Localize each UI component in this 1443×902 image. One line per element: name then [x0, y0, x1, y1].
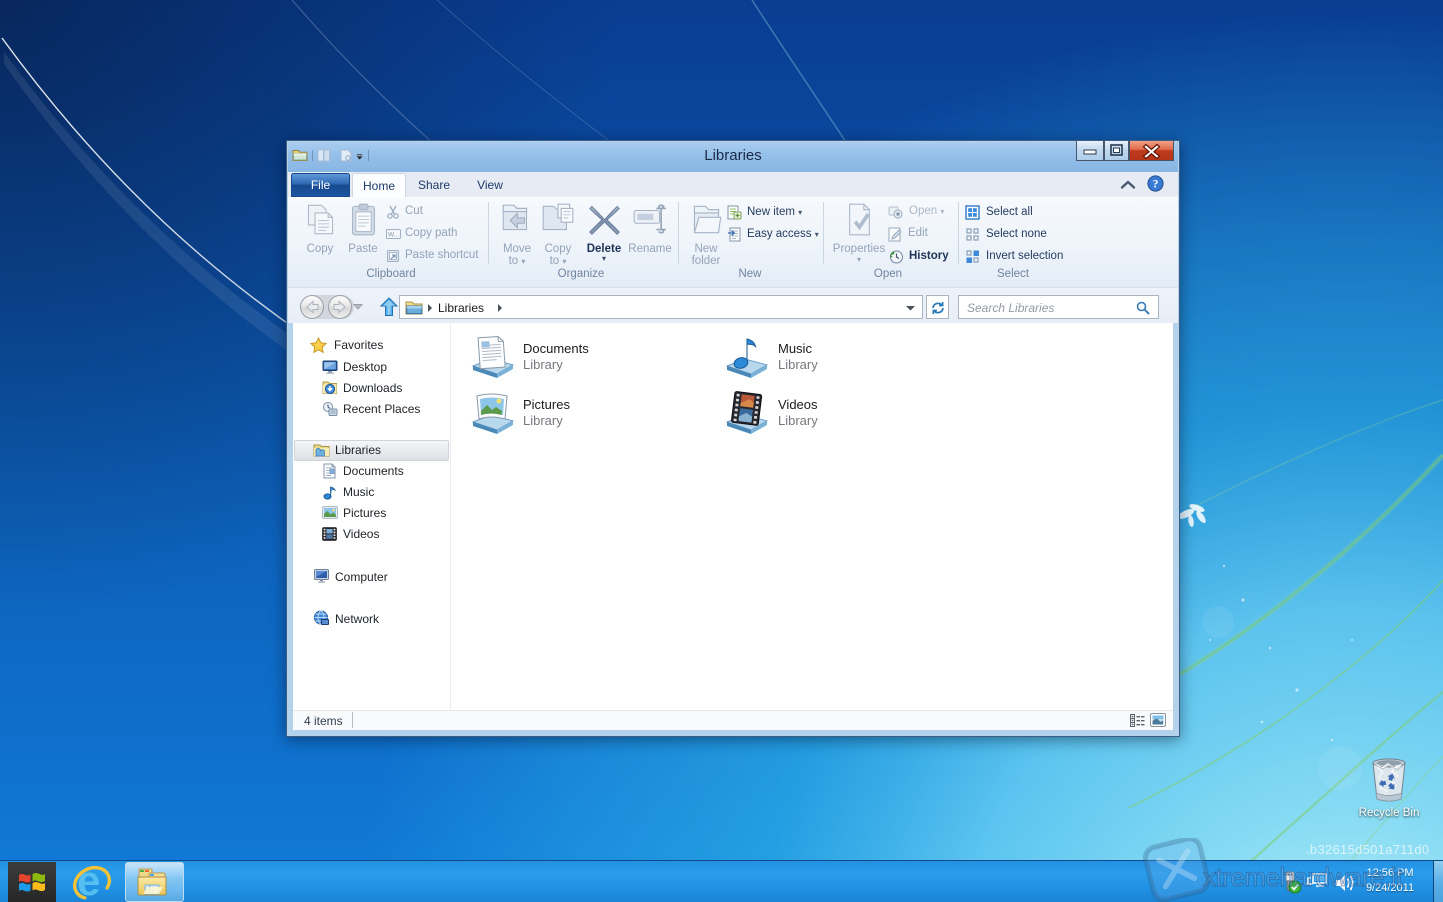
svg-text:?: ?: [1153, 179, 1159, 191]
svg-text:W...: W...: [388, 232, 399, 239]
